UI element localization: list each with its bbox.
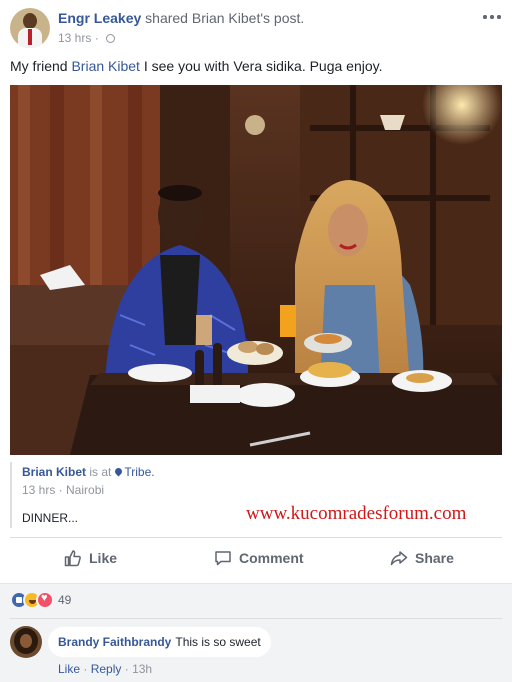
mention-link[interactable]: Brian Kibet: [71, 58, 139, 74]
shared-post-meta[interactable]: 13 hrs · Nairobi: [22, 483, 104, 497]
separator: ·: [124, 662, 129, 676]
commenter-name[interactable]: Brandy Faithbrandy: [58, 635, 171, 649]
shared-post-headline: Brian Kibet is at Tribe.: [22, 465, 155, 479]
like-label: Like: [89, 550, 118, 566]
post-timestamp[interactable]: 13 hrs: [58, 31, 91, 45]
reactions-summary[interactable]: 49: [10, 591, 71, 609]
comment-text: This is so sweet: [175, 635, 261, 649]
comments-divider: [10, 618, 502, 619]
post-meta: 13 hrs ·: [58, 31, 116, 45]
comment-label: Comment: [239, 550, 304, 566]
feedback-section: 49 Brandy Faithbrandy This is so sweet L…: [0, 583, 512, 682]
globe-icon: [106, 34, 116, 43]
shared-post-caption: DINNER...: [22, 511, 79, 525]
post-text: My friend Brian Kibet I see you with Ver…: [10, 58, 383, 74]
post-header: Engr Leakey shared Brian Kibet's post. 1…: [10, 6, 502, 50]
shared-post-bar: [10, 462, 12, 528]
action-bar: Like Comment Share: [10, 538, 502, 578]
comment-actions: Like · Reply · 13h: [58, 662, 152, 676]
share-arrow-icon: [390, 551, 408, 566]
place-link[interactable]: Tribe.: [124, 465, 154, 479]
shared-author-name[interactable]: Brian Kibet: [22, 465, 86, 479]
is-at-label: is at: [89, 465, 112, 479]
love-reaction-icon: [36, 591, 54, 609]
post-headline: Engr Leakey shared Brian Kibet's post.: [58, 10, 304, 26]
comment-timestamp[interactable]: 13h: [132, 662, 152, 676]
more-options-icon[interactable]: [482, 8, 502, 26]
commenter-avatar[interactable]: [10, 626, 42, 658]
post-photo[interactable]: [10, 85, 502, 455]
facebook-post: Engr Leakey shared Brian Kibet's post. 1…: [0, 0, 512, 682]
like-button[interactable]: Like: [64, 538, 117, 578]
comment-reply-link[interactable]: Reply: [91, 662, 122, 676]
author-avatar[interactable]: [10, 8, 50, 48]
post-text-prefix: My friend: [10, 58, 68, 74]
comment-like-link[interactable]: Like: [58, 662, 80, 676]
comment-bubble: Brandy Faithbrandy This is so sweet: [48, 627, 271, 657]
thumbs-up-icon: [64, 550, 81, 567]
shared-target-link[interactable]: Brian Kibet's post.: [192, 10, 304, 26]
share-button[interactable]: Share: [390, 538, 454, 578]
shared-label: shared: [145, 10, 188, 26]
comment-icon: [215, 551, 231, 566]
author-name[interactable]: Engr Leakey: [58, 10, 141, 26]
post-text-suffix: I see you with Vera sidika. Puga enjoy.: [143, 58, 383, 74]
reaction-count[interactable]: 49: [58, 593, 71, 607]
comment-button[interactable]: Comment: [214, 538, 304, 578]
location-pin-icon: [113, 466, 124, 477]
watermark-text: www.kucomradesforum.com: [246, 503, 467, 524]
separator: ·: [83, 662, 88, 676]
share-label: Share: [415, 550, 454, 566]
